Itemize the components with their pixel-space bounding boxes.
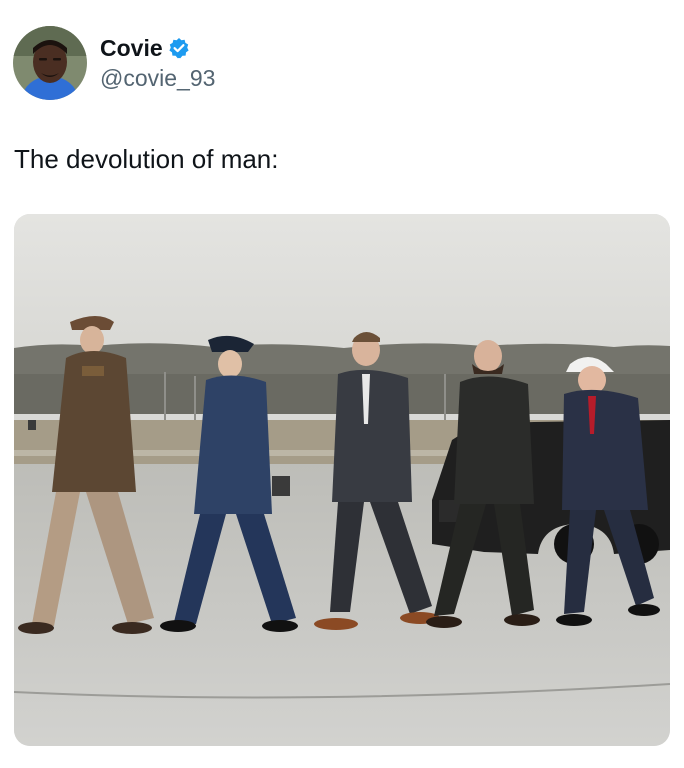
author-display-name[interactable]: Covie [100,34,163,62]
verified-badge-icon [168,37,190,59]
author-handle[interactable]: @covie_93 [100,64,215,92]
photo-image [14,214,670,746]
avatar[interactable] [13,26,87,100]
tweet-header: Covie @covie_93 [13,26,215,100]
tweet-media-photo[interactable] [14,214,670,746]
author-name-row[interactable]: Covie [100,34,215,62]
tweet-text: The devolution of man: [14,144,279,174]
avatar-image [13,26,87,100]
author-names: Covie @covie_93 [100,34,215,92]
